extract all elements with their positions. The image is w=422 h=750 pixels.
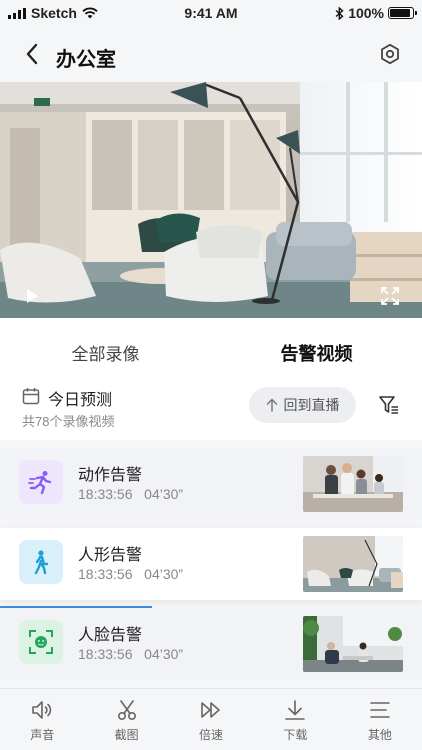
download-button[interactable]: 下载 bbox=[253, 689, 337, 750]
alert-duration: 04’30” bbox=[144, 486, 184, 502]
video-player[interactable] bbox=[0, 82, 422, 318]
settings-button[interactable] bbox=[376, 40, 404, 68]
walking-person-icon bbox=[34, 550, 49, 575]
alert-time: 18:33:56 bbox=[78, 486, 133, 502]
speaker-icon bbox=[32, 701, 52, 719]
chevron-left-icon bbox=[26, 43, 38, 65]
back-to-live-button[interactable]: 回到直播 bbox=[249, 387, 356, 423]
alert-thumbnail[interactable] bbox=[303, 536, 403, 592]
running-person-icon bbox=[28, 471, 52, 495]
alert-icon-container bbox=[19, 620, 63, 664]
date-filter-title[interactable]: 今日预测 bbox=[48, 386, 112, 410]
filter-icon[interactable] bbox=[378, 394, 400, 416]
face-scan-icon bbox=[29, 630, 53, 654]
list-item[interactable]: 人脸告警 18:33:56 04’30” bbox=[0, 608, 422, 680]
fullscreen-icon[interactable] bbox=[380, 286, 400, 306]
battery-icon bbox=[388, 7, 417, 19]
alert-title: 人形告警 bbox=[78, 547, 143, 564]
more-button[interactable]: 其他 bbox=[338, 689, 422, 750]
battery-percent: 100% bbox=[348, 5, 384, 21]
alert-thumbnail[interactable] bbox=[303, 456, 403, 512]
bottom-toolbar: 声音 截图 倍速 下载 其他 bbox=[0, 688, 422, 750]
video-frame bbox=[0, 82, 422, 318]
alert-title: 动作告警 bbox=[78, 467, 143, 484]
status-right: 100% bbox=[335, 5, 417, 21]
calendar-icon[interactable] bbox=[22, 387, 40, 405]
alert-meta: 18:33:56 04’30” bbox=[78, 566, 183, 582]
video-tabs: 全部录像 告警视频 bbox=[0, 318, 422, 380]
speed-button[interactable]: 倍速 bbox=[169, 689, 253, 750]
sound-button[interactable]: 声音 bbox=[0, 689, 84, 750]
arrow-up-icon bbox=[266, 398, 277, 412]
scissors-icon bbox=[117, 700, 136, 721]
screenshot-label: 截图 bbox=[114, 728, 139, 742]
filter-bar: 今日预测 共78个录像视频 回到直播 bbox=[0, 380, 422, 440]
alert-thumbnail[interactable] bbox=[303, 616, 403, 672]
thumbnail-image bbox=[303, 456, 403, 512]
play-icon[interactable] bbox=[22, 286, 42, 306]
page-title: 办公室 bbox=[56, 49, 116, 71]
alert-icon-container bbox=[19, 540, 63, 584]
back-to-live-label: 回到直播 bbox=[283, 397, 340, 413]
playback-progress bbox=[0, 606, 152, 608]
alert-meta: 18:33:56 04’30” bbox=[78, 646, 183, 662]
sound-label: 声音 bbox=[30, 728, 55, 742]
alert-duration: 04’30” bbox=[144, 646, 184, 662]
thumbnail-image bbox=[303, 616, 403, 672]
gear-icon bbox=[381, 43, 399, 65]
download-icon bbox=[285, 700, 306, 720]
screenshot-button[interactable]: 截图 bbox=[84, 689, 168, 750]
alert-meta: 18:33:56 04’30” bbox=[78, 486, 183, 502]
status-bar: Sketch 9:41 AM 100% bbox=[0, 0, 422, 26]
fast-forward-icon bbox=[201, 702, 220, 718]
back-button[interactable] bbox=[18, 40, 46, 68]
alert-time: 18:33:56 bbox=[78, 566, 133, 582]
recording-count: 共78个录像视频 bbox=[22, 414, 115, 429]
alert-duration: 04’30” bbox=[144, 566, 184, 582]
download-label: 下载 bbox=[283, 728, 308, 742]
alert-time: 18:33:56 bbox=[78, 646, 133, 662]
alert-title: 人脸告警 bbox=[78, 627, 143, 644]
thumbnail-image bbox=[303, 536, 403, 592]
alert-icon-container bbox=[19, 460, 63, 504]
bluetooth-icon bbox=[335, 6, 344, 20]
nav-bar: 办公室 bbox=[0, 26, 422, 82]
list-item[interactable]: 动作告警 18:33:56 04’30” bbox=[0, 448, 422, 520]
list-item[interactable]: 人形告警 18:33:56 04’30” bbox=[0, 528, 422, 600]
more-label: 其他 bbox=[367, 728, 392, 742]
tab-alert-videos[interactable]: 告警视频 bbox=[211, 340, 422, 366]
menu-icon bbox=[370, 702, 390, 718]
speed-label: 倍速 bbox=[199, 728, 224, 742]
tab-all-recordings[interactable]: 全部录像 bbox=[0, 340, 211, 365]
